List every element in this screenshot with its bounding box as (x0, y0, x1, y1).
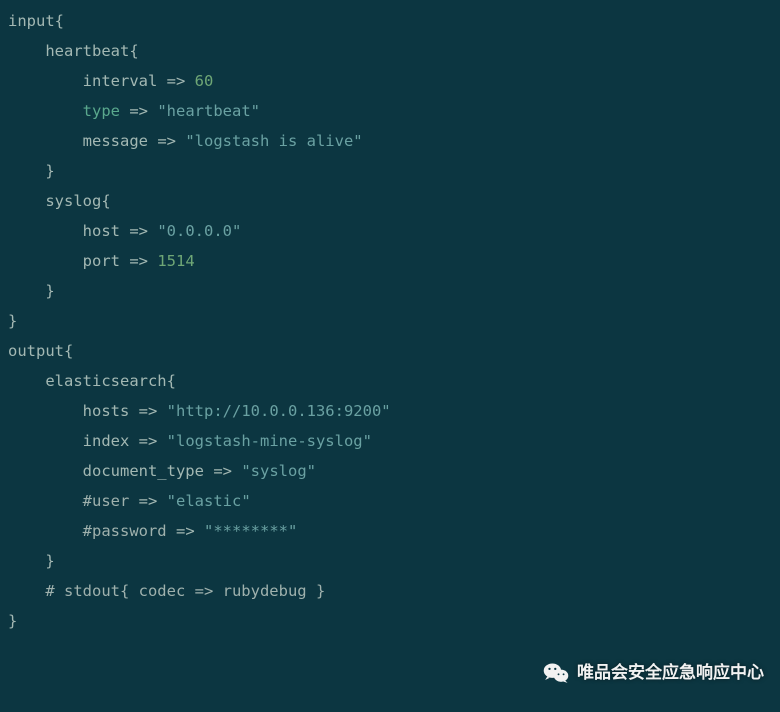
code-token: host (83, 222, 130, 240)
code-token: } (8, 312, 17, 330)
code-token: input{ (8, 12, 64, 30)
code-line: hosts => "http://10.0.0.136:9200" (8, 396, 772, 426)
code-token (157, 432, 166, 450)
watermark: 唯品会安全应急响应中心 (543, 658, 764, 688)
code-token: heartbeat{ (45, 42, 138, 60)
code-line: port => 1514 (8, 246, 772, 276)
code-token: output{ (8, 342, 73, 360)
code-token: document_type (83, 462, 214, 480)
code-line: interval => 60 (8, 66, 772, 96)
code-token: => (139, 432, 158, 450)
code-token: => (213, 462, 232, 480)
wechat-icon (543, 662, 569, 684)
code-token (120, 102, 129, 120)
code-line: } (8, 606, 772, 636)
code-line: } (8, 306, 772, 336)
code-token: "logstash-mine-syslog" (167, 432, 372, 450)
code-token (148, 102, 157, 120)
code-line: syslog{ (8, 186, 772, 216)
code-token: 60 (195, 72, 214, 90)
code-line: elasticsearch{ (8, 366, 772, 396)
code-token: hosts (83, 402, 139, 420)
code-token: type (83, 102, 120, 120)
code-token: => (167, 72, 186, 90)
code-token: "heartbeat" (157, 102, 260, 120)
code-token: "logstash is alive" (185, 132, 362, 150)
code-token: interval (83, 72, 167, 90)
code-token: "syslog" (241, 462, 316, 480)
code-token (157, 492, 166, 510)
code-token: "********" (204, 522, 297, 540)
code-token: } (45, 162, 54, 180)
code-line: # stdout{ codec => rubydebug } (8, 576, 772, 606)
code-token: #user (83, 492, 139, 510)
code-token: # stdout{ codec => rubydebug } (45, 582, 325, 600)
code-line: #user => "elastic" (8, 486, 772, 516)
code-token: message (83, 132, 158, 150)
code-token: "0.0.0.0" (157, 222, 241, 240)
code-token: "http://10.0.0.136:9200" (167, 402, 391, 420)
watermark-text: 唯品会安全应急响应中心 (577, 658, 764, 688)
code-token: syslog{ (45, 192, 110, 210)
code-token (195, 522, 204, 540)
code-token: => (129, 222, 148, 240)
code-line: document_type => "syslog" (8, 456, 772, 486)
code-line: } (8, 156, 772, 186)
code-token (157, 402, 166, 420)
code-token: elasticsearch{ (45, 372, 176, 390)
code-line: host => "0.0.0.0" (8, 216, 772, 246)
code-token: 1514 (157, 252, 194, 270)
code-token: => (129, 252, 148, 270)
code-token: => (129, 102, 148, 120)
code-token: => (139, 492, 158, 510)
code-token (185, 72, 194, 90)
code-line: #password => "********" (8, 516, 772, 546)
code-token (148, 222, 157, 240)
code-token: #password (83, 522, 176, 540)
code-token: index (83, 432, 139, 450)
code-token: } (8, 612, 17, 630)
code-token: } (45, 282, 54, 300)
code-token: => (176, 522, 195, 540)
code-token: port (83, 252, 130, 270)
code-line: } (8, 276, 772, 306)
code-token (148, 252, 157, 270)
code-token: => (139, 402, 158, 420)
code-line: index => "logstash-mine-syslog" (8, 426, 772, 456)
code-token: } (45, 552, 54, 570)
code-token (176, 132, 185, 150)
code-line: } (8, 546, 772, 576)
code-line: message => "logstash is alive" (8, 126, 772, 156)
code-block: input{ heartbeat{ interval => 60 type =>… (0, 0, 780, 642)
code-token (232, 462, 241, 480)
code-line: heartbeat{ (8, 36, 772, 66)
code-line: type => "heartbeat" (8, 96, 772, 126)
code-line: input{ (8, 6, 772, 36)
code-line: output{ (8, 336, 772, 366)
code-token: "elastic" (167, 492, 251, 510)
code-token: => (157, 132, 176, 150)
